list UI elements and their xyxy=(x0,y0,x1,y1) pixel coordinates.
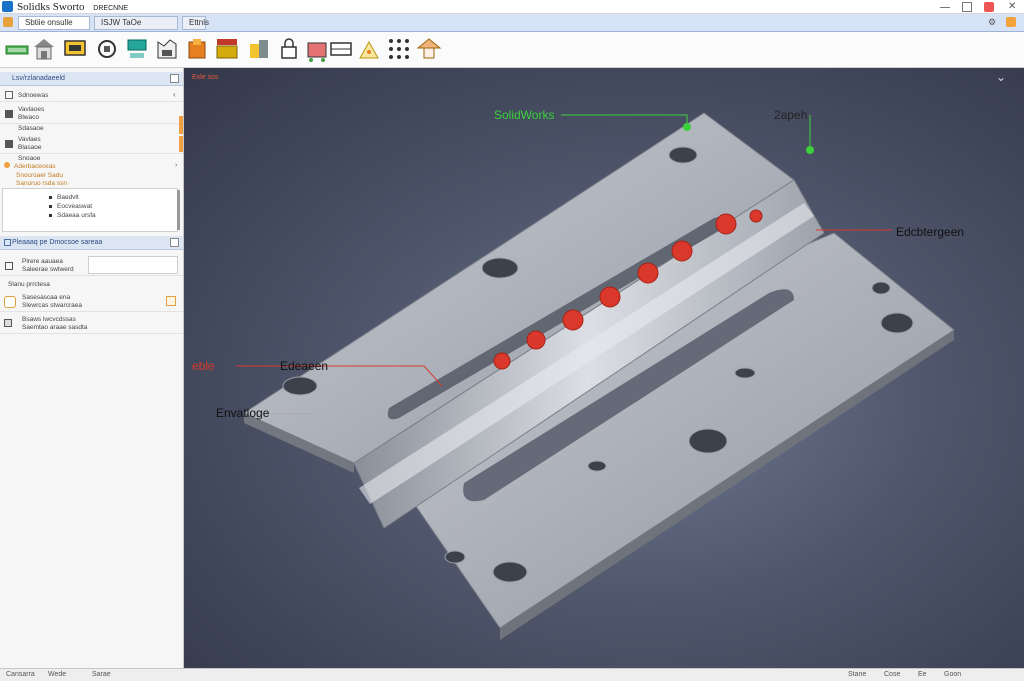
status-right-2[interactable]: Ee xyxy=(918,670,927,680)
tab-0[interactable]: Sbtiie onsulle xyxy=(18,16,90,30)
3d-viewport[interactable]: Exle sos ⌄ SolidWorks 2apeh Edcbtergeen … xyxy=(184,68,1024,668)
annotation-bottom-left: Envatloge xyxy=(216,406,270,420)
annotation-left-mid: Edeaeen xyxy=(280,359,329,373)
tree-bullet-icon xyxy=(49,196,52,199)
app-logo-icon xyxy=(2,1,13,12)
command-toolbar xyxy=(0,32,1024,68)
measure-icon[interactable] xyxy=(356,36,382,62)
status-right-0[interactable]: Stane xyxy=(848,670,866,680)
sketch-icon[interactable] xyxy=(62,36,88,62)
warning-text: Snocroaer Sadu xyxy=(16,172,63,179)
option-row[interactable]: Sasesascaa ena Slewrcas stwarcraea xyxy=(0,292,183,312)
feature-icon[interactable] xyxy=(154,36,180,62)
section2-header: Pleaaaq pe Dmocsoe sareaa xyxy=(0,236,183,250)
option-icon xyxy=(4,319,12,327)
section2-icon xyxy=(4,239,11,246)
expand-icon[interactable]: › xyxy=(175,162,177,169)
status-mid: Wede xyxy=(48,671,67,678)
status-right-3[interactable]: Goon xyxy=(944,670,961,680)
house-icon[interactable] xyxy=(31,36,57,62)
annotation-dot xyxy=(683,123,691,131)
options-icon[interactable] xyxy=(1006,17,1016,27)
option-checkbox[interactable] xyxy=(4,296,16,308)
warning-text: Aderbaceceas xyxy=(14,163,56,170)
feature-manager-panel: Lsv/rzlanadaeeld Sdnoewas ‹ Vavlaoes Blw… xyxy=(0,68,184,668)
cube-icon[interactable] xyxy=(184,36,210,62)
tree-item[interactable]: Eocveaswat xyxy=(57,203,92,210)
scroll-marker xyxy=(179,136,183,152)
assembly-icon[interactable] xyxy=(214,36,240,62)
option-row[interactable]: Bsaws lwcvcdssas Saemtao araae sasdta xyxy=(0,314,183,334)
property-icon xyxy=(5,262,13,270)
folder-icon xyxy=(5,91,13,99)
help-icon[interactable] xyxy=(984,2,994,12)
section2-toggle-icon[interactable] xyxy=(170,238,179,247)
menu-icon[interactable] xyxy=(3,17,13,27)
annotation-dot xyxy=(806,146,814,154)
pattern-icon[interactable] xyxy=(386,36,412,62)
tree-bullet-icon xyxy=(49,214,52,217)
fillet-icon[interactable] xyxy=(304,36,330,62)
window-title: Solidks Sworto xyxy=(17,1,85,13)
tab-2[interactable]: Ettnls xyxy=(182,16,209,30)
minimize-icon[interactable] xyxy=(940,2,950,12)
tree-item[interactable]: Sdaeaa ursfa xyxy=(57,212,96,219)
group-label: Slanu prrctesa xyxy=(8,281,50,288)
panel-header: Lsv/rzlanadaeeld xyxy=(0,72,183,86)
collapse-icon[interactable]: ‹ xyxy=(173,90,176,99)
status-bar: Cansarra Wede Sarae Stane Cose Ee Goon xyxy=(0,668,1024,681)
display-icon[interactable] xyxy=(124,36,150,62)
property-field[interactable] xyxy=(88,256,178,274)
maximize-icon[interactable] xyxy=(962,2,972,12)
home-icon[interactable] xyxy=(416,36,442,62)
annotation-right: Edcbtergeen xyxy=(896,225,965,239)
table-icon[interactable] xyxy=(328,36,354,62)
scrollbar[interactable] xyxy=(177,190,180,230)
tab-1[interactable]: ISJW TaOe xyxy=(94,16,178,30)
tree-bullet-icon xyxy=(49,205,52,208)
document-tab-strip: Sbtiie onsulle ISJW TaOe Ettnls ⚙ xyxy=(0,14,1024,32)
part-icon xyxy=(5,140,13,148)
title-bar: Solidks Sworto DRECNNE ✕ xyxy=(0,0,1024,14)
rotate-icon[interactable] xyxy=(94,36,120,62)
list-item[interactable]: Vavlaes Blasaoe xyxy=(0,134,183,154)
status-right-1[interactable]: Cose xyxy=(884,670,900,680)
parts-icon[interactable] xyxy=(246,36,272,62)
warning-text: Sanuruo rsda ssn xyxy=(16,180,67,187)
list-item[interactable]: Vavlaoes Blwaco xyxy=(0,104,183,124)
part-icon xyxy=(5,110,13,118)
panel-toggle-icon[interactable] xyxy=(170,74,179,83)
annotation-left-red: eble xyxy=(192,359,215,373)
feature-tree: Baedvlt Eocveaswat Sdaeaa ursfa xyxy=(2,188,178,232)
lock-icon[interactable] xyxy=(276,36,302,62)
annotation-top: SolidWorks xyxy=(494,108,555,122)
close-icon[interactable]: ✕ xyxy=(1008,2,1018,12)
status-mid2: Sarae xyxy=(92,671,111,678)
settings-icon[interactable]: ⚙ xyxy=(988,17,998,27)
annotation-top-right: 2apeh xyxy=(774,108,808,122)
tree-item[interactable]: Baedvlt xyxy=(57,194,79,201)
extrude-icon[interactable] xyxy=(4,36,30,62)
property-row[interactable]: Plrere aauaea Saleerae swtwerd xyxy=(0,256,183,276)
sub-header: Sdasaoe xyxy=(18,125,44,132)
window-subtitle: DRECNNE xyxy=(93,5,128,12)
status-left: Cansarra xyxy=(6,671,35,678)
warning-icon xyxy=(4,162,10,168)
section-row[interactable]: Sdnoewas ‹ xyxy=(0,88,183,102)
option-marker-icon xyxy=(166,296,176,306)
